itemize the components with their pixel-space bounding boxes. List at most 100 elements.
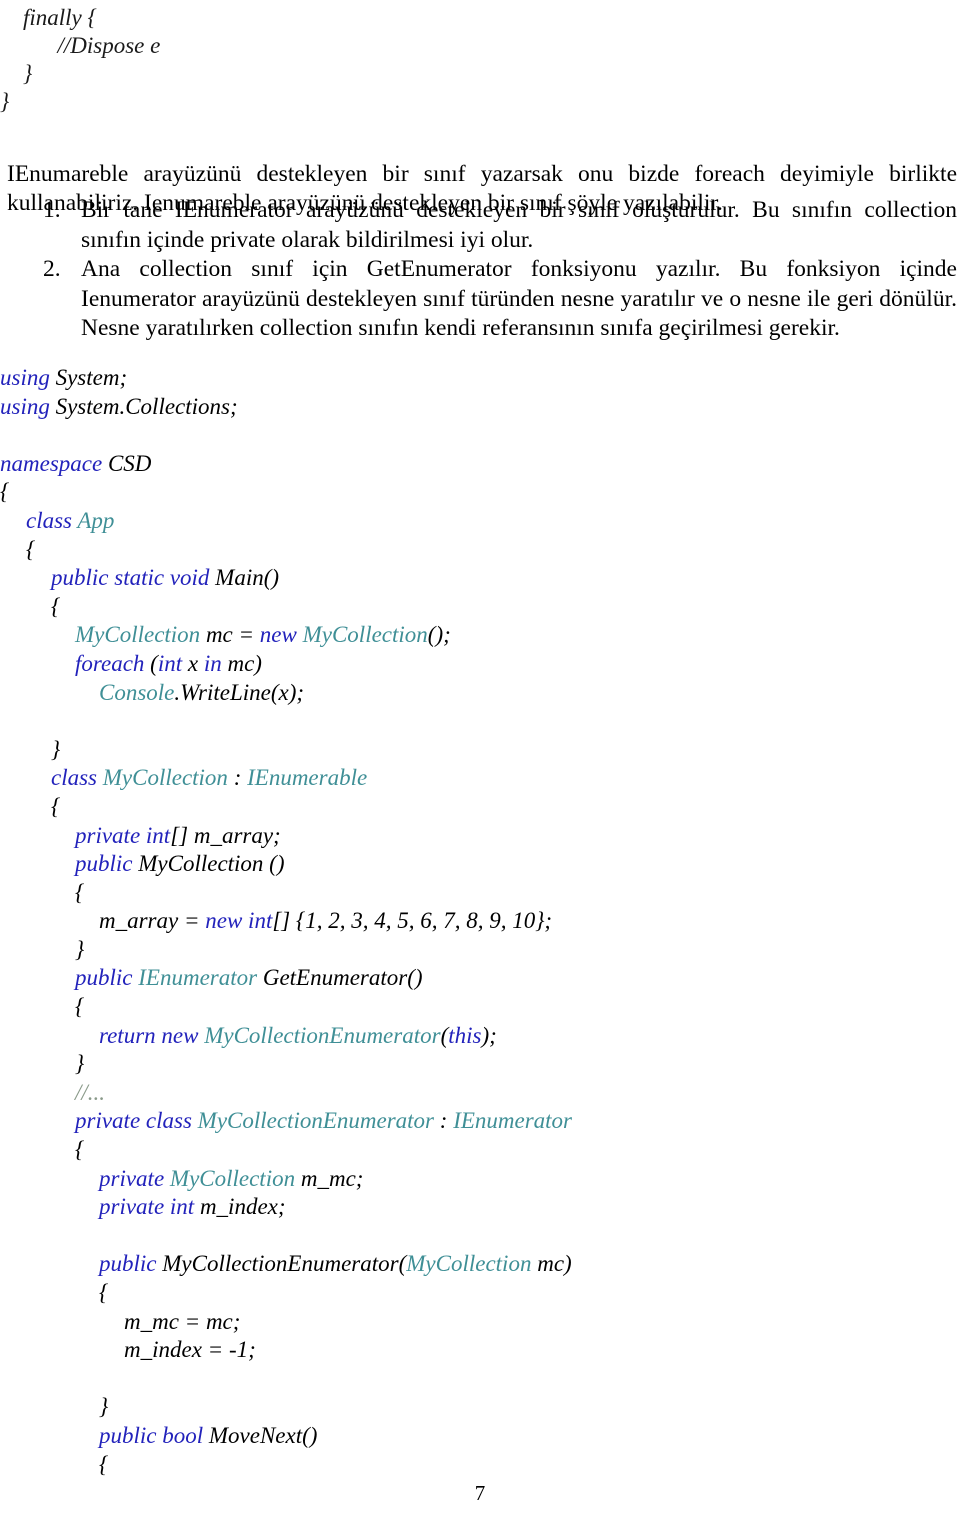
code-token: ); <box>481 1022 497 1048</box>
code-token: m_mc = mc; <box>124 1308 241 1334</box>
code-token: } <box>51 736 61 762</box>
code-line: public MyCollection () <box>0 850 960 879</box>
code-token: [] m_array; <box>170 822 281 848</box>
code-token: { <box>51 593 61 619</box>
code-token: [] {1, 2, 3, 4, 5, 6, 7, 8, 9, 10}; <box>272 908 553 934</box>
code-token: System; <box>55 365 128 390</box>
code-line: { <box>0 879 960 908</box>
code-line: { <box>0 993 960 1022</box>
code-token: new int <box>205 908 273 934</box>
code-token: } <box>75 936 85 962</box>
code-token: } <box>75 1051 85 1077</box>
code-token: //... <box>75 1079 106 1105</box>
code-token: { <box>75 879 85 905</box>
code-token: private int <box>75 822 171 848</box>
list-item-marker: 2. <box>43 256 61 282</box>
code-token: MoveNext() <box>208 1422 318 1448</box>
numbered-list: 1. Bir tane IEnumerator arayüzünü destekl… <box>7 196 957 344</box>
code-token: } <box>99 1394 109 1420</box>
code-token: System.Collections; <box>55 393 238 419</box>
code-line: return new MyCollectionEnumerator(this); <box>0 1022 960 1051</box>
code-token: mc) <box>227 650 262 676</box>
code-line: finally { <box>0 5 97 30</box>
code-token: ( <box>150 650 158 676</box>
code-line: { <box>0 478 960 507</box>
code-token: GetEnumerator() <box>262 965 423 991</box>
code-line: class App <box>0 507 960 536</box>
code-line: foreach (int x in mc) <box>0 650 960 679</box>
csharp-code-block: using System; using System.Collections; n… <box>0 364 960 1479</box>
code-line: } <box>0 89 10 114</box>
code-line: } <box>0 1393 960 1422</box>
code-token: foreach <box>75 650 151 676</box>
code-token: x <box>187 650 204 676</box>
code-token: in <box>203 650 228 676</box>
code-token: mc) <box>537 1251 572 1277</box>
code-token: { <box>51 793 61 819</box>
code-token: { <box>75 1137 85 1163</box>
code-line: public MyCollectionEnumerator(MyCollecti… <box>0 1250 960 1279</box>
code-line: m_index = -1; <box>0 1336 960 1365</box>
code-token: new <box>259 622 303 648</box>
code-line: m_array = new int[] {1, 2, 3, 4, 5, 6, 7… <box>0 907 960 936</box>
code-token: public <box>75 965 139 991</box>
code-line: { <box>0 793 960 822</box>
code-token: m_index = -1; <box>124 1337 256 1363</box>
code-token: class <box>51 765 103 791</box>
code-line: } <box>0 736 960 765</box>
code-token: { <box>26 536 36 562</box>
code-line: Console.WriteLine(x); <box>0 679 960 708</box>
code-token: public <box>75 851 139 877</box>
code-line: private int m_index; <box>0 1193 960 1222</box>
code-line: private class MyCollectionEnumerator : I… <box>0 1107 960 1136</box>
code-line: } <box>0 61 33 86</box>
code-line: MyCollection mc = new MyCollection(); <box>0 621 960 650</box>
code-token: .WriteLine(x); <box>174 679 305 705</box>
code-token: this <box>448 1022 482 1048</box>
code-token: MyCollection <box>169 1165 301 1191</box>
code-token: public bool <box>99 1422 209 1448</box>
list-item: 1. Bir tane IEnumerator arayüzünü destekl… <box>7 196 957 255</box>
code-token: MyCollectionEnumerator <box>204 1022 441 1048</box>
page-number: 7 <box>474 1481 486 1505</box>
list-item: 2. Ana collection sınıf için GetEnumerato… <box>7 255 957 344</box>
code-line: class MyCollection : IEnumerable <box>0 764 960 793</box>
code-token: IEnumerable <box>247 765 368 791</box>
code-line: //Dispose e <box>0 33 161 58</box>
code-token: private class <box>75 1108 198 1134</box>
code-line: public IEnumerator GetEnumerator() <box>0 964 960 993</box>
code-line: using System.Collections; <box>0 393 960 422</box>
code-token: m_index; <box>199 1194 286 1220</box>
code-token: MyCollection <box>102 765 228 791</box>
code-token: private int <box>99 1194 200 1220</box>
code-token: public static void <box>51 565 216 591</box>
code-token: MyCollectionEnumerator <box>197 1108 435 1134</box>
code-line: public bool MoveNext() <box>0 1422 960 1451</box>
code-token: MyCollectionEnumerator( <box>162 1251 407 1277</box>
code-token: m_mc; <box>300 1165 364 1191</box>
code-token: MyCollection <box>406 1251 538 1277</box>
code-token: CSD <box>107 450 152 476</box>
code-token: MyCollection <box>302 622 428 648</box>
code-token: { <box>0 479 10 505</box>
top-code-fragment: finally { //Dispose e }} <box>0 4 960 116</box>
code-token: MyCollection <box>75 622 206 648</box>
code-token: MyCollection () <box>138 851 285 877</box>
code-token: private <box>99 1165 170 1191</box>
code-token: m_array = <box>99 908 206 934</box>
list-item-marker: 1. <box>43 197 61 223</box>
code-token: int <box>157 650 188 676</box>
code-token: { <box>99 1451 109 1477</box>
code-token: App <box>77 507 115 533</box>
code-token: { <box>99 1280 109 1305</box>
code-line: { <box>0 593 960 622</box>
code-line: } <box>0 936 960 965</box>
code-token: mc = <box>205 622 260 648</box>
code-line: { <box>0 1451 960 1480</box>
code-line: private int[] m_array; <box>0 822 960 851</box>
code-line: { <box>0 536 960 565</box>
code-token: IEnumerator <box>138 965 263 991</box>
code-token: return new <box>99 1022 205 1048</box>
code-token: { <box>75 994 85 1020</box>
